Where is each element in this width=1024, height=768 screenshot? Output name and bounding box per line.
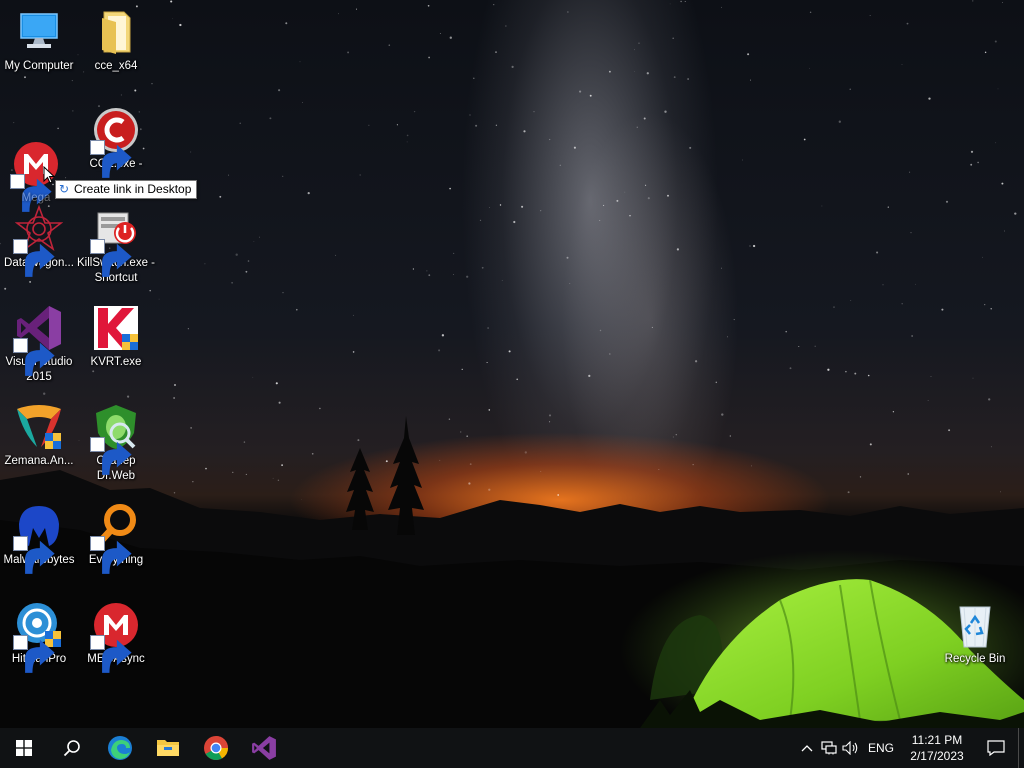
clock-date: 2/17/2023: [910, 749, 964, 763]
desktop-icon-recycle-bin[interactable]: Recycle Bin: [936, 601, 1014, 667]
visual-studio-taskbar-button[interactable]: [240, 728, 288, 768]
desktop-icon-cce-x64[interactable]: cce_x64: [77, 8, 155, 74]
shortcut-arrow-icon: [90, 437, 132, 475]
taskbar: ENG 11:21 PM 2/17/2023: [0, 728, 1024, 768]
zemana-icon: [15, 403, 63, 451]
desktop-icon-label: My Computer: [4, 60, 74, 72]
desktop-icon-label: Zemana.An...: [4, 455, 74, 467]
desktop-icon-drweb-scanner[interactable]: Сканер Dr.Web: [77, 403, 155, 484]
shortcut-arrow-icon: [90, 536, 132, 574]
show-desktop-button[interactable]: [1018, 728, 1024, 768]
edge-taskbar-button[interactable]: [96, 728, 144, 768]
show-hidden-icons-button[interactable]: [796, 728, 818, 768]
shortcut-arrow-icon: [13, 635, 55, 673]
hitmanpro-icon: [13, 601, 63, 673]
chevron-up-icon: [801, 745, 813, 752]
start-icon: [16, 740, 32, 756]
network-icon: [821, 741, 837, 755]
chrome-taskbar-button[interactable]: [192, 728, 240, 768]
shortcut-arrow-icon: [90, 140, 132, 178]
start-button[interactable]: [0, 728, 48, 768]
link-icon: ↻: [59, 182, 70, 196]
desktop-icon-everything[interactable]: Everything: [77, 502, 155, 574]
file-explorer-icon: [157, 740, 179, 756]
malwarebytes-icon: [13, 502, 63, 574]
shortcut-arrow-icon: [90, 635, 132, 673]
shortcut-arrow-icon: [13, 338, 55, 376]
shortcut-arrow-icon: [13, 536, 55, 574]
desktop-icon-killswitch-shortcut[interactable]: KillSwitch.exe - Shortcut: [77, 205, 155, 286]
chrome-icon: [204, 736, 228, 761]
desktop-icon-kvrt[interactable]: KVRT.exe: [77, 304, 155, 370]
kvrt-icon: [92, 304, 140, 352]
drweb-icon: [90, 403, 140, 475]
desktop-icon-datawagon[interactable]: DataWagon...: [0, 205, 78, 277]
computer-icon: [15, 8, 63, 56]
system-tray: ENG 11:21 PM 2/17/2023: [796, 728, 1024, 768]
cce-icon: [90, 106, 140, 178]
desktop-icon-label: cce_x64: [94, 60, 138, 72]
shortcut-arrow-icon: [90, 239, 132, 277]
everything-search-icon: [90, 502, 140, 574]
search-icon: [63, 740, 80, 757]
action-center-button[interactable]: [974, 728, 1018, 768]
desktop-icon-visual-studio-2015[interactable]: Visual Studio 2015: [0, 304, 78, 385]
edge-icon: [108, 736, 132, 760]
network-button[interactable]: [818, 728, 840, 768]
recycle-bin-icon: [951, 601, 999, 649]
tooltip: ↻ Create link in Desktop: [55, 180, 198, 199]
speaker-icon: [842, 741, 858, 755]
tooltip-text: Create link in Desktop: [74, 182, 192, 196]
desktop-icon-malwarebytes[interactable]: Malwarebytes: [0, 502, 78, 574]
clock-time: 11:21 PM: [911, 733, 963, 747]
shortcut-arrow-icon: [10, 174, 52, 212]
search-button[interactable]: [48, 728, 96, 768]
volume-button[interactable]: [840, 728, 862, 768]
desktop-icon-zemana[interactable]: Zemana.An...: [0, 403, 78, 469]
taskbar-clock[interactable]: 11:21 PM 2/17/2023: [900, 732, 974, 764]
desktop-icon-label: Recycle Bin: [944, 653, 1006, 665]
visual-studio-icon: [13, 304, 63, 376]
desktop-icon-my-computer[interactable]: My Computer: [0, 8, 78, 74]
file-explorer-taskbar-button[interactable]: [144, 728, 192, 768]
mega-icon: [90, 601, 140, 673]
shortcut-arrow-icon: [13, 239, 55, 277]
desktop-icon-hitmanpro[interactable]: HitmanPro: [0, 601, 78, 673]
folder-icon: [92, 8, 140, 56]
notification-icon: [987, 740, 1005, 756]
mouse-cursor-icon: [43, 166, 55, 184]
desktop-icon-cce-exe-shortcut[interactable]: CCE.exe - Shortcut: [77, 106, 155, 178]
datawagon-icon: [13, 205, 63, 277]
killswitch-icon: [90, 205, 140, 277]
visual-studio-icon: [252, 736, 276, 760]
desktop-icon-label: KVRT.exe: [90, 356, 142, 368]
input-language-indicator[interactable]: ENG: [862, 741, 900, 755]
desktop-icon-megasync[interactable]: MEGAsync: [77, 601, 155, 673]
